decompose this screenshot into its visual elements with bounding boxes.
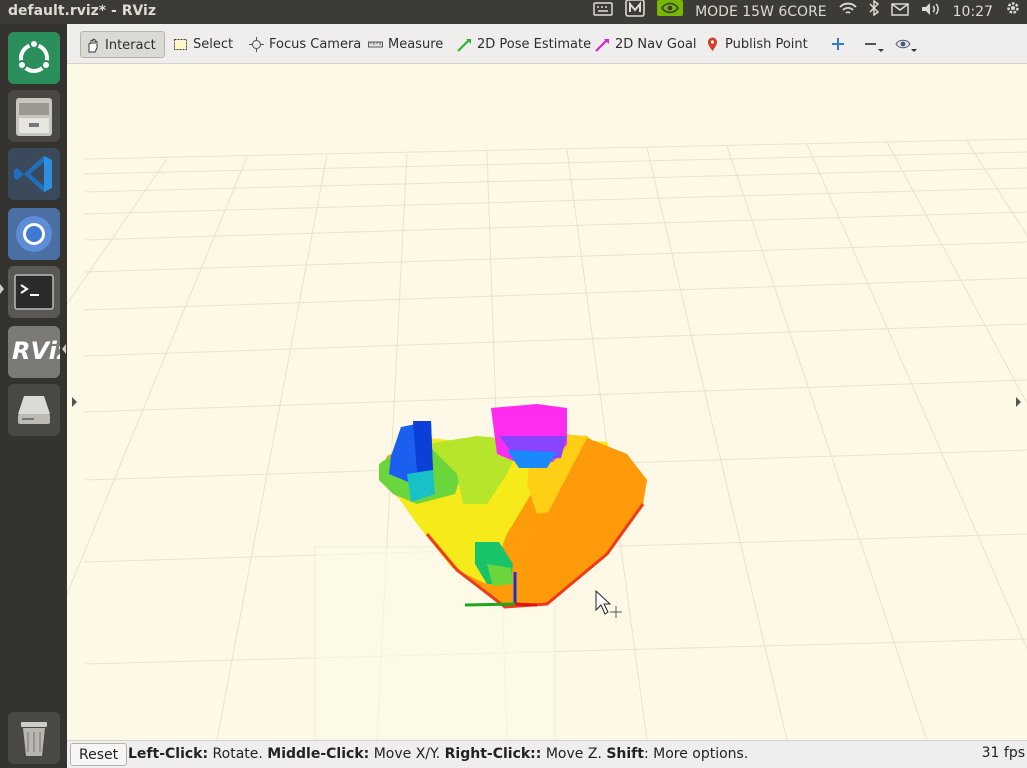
svg-text:RViz: RViz [12, 337, 60, 365]
interact-label: Interact [105, 38, 156, 53]
clock[interactable]: 10:27 [953, 0, 993, 24]
green-arrow-icon [457, 39, 471, 52]
chromium-icon[interactable] [8, 208, 60, 260]
volume-icon[interactable] [921, 0, 941, 24]
wifi-icon[interactable] [838, 0, 857, 24]
select-tool[interactable]: Select [169, 31, 233, 58]
status-bar: Reset Left-Click: Rotate. Middle-Click: … [67, 740, 1027, 768]
crosshair-icon [249, 37, 264, 52]
hand-icon [88, 38, 98, 53]
add-tool-icon[interactable] [829, 35, 847, 53]
bluetooth-icon[interactable] [869, 0, 879, 24]
mouse-pointer-icon [595, 589, 622, 618]
measure-label: Measure [388, 37, 444, 52]
left-click-action: Rotate. [208, 746, 268, 762]
render-viewport[interactable] [67, 64, 1027, 740]
nav-goal-label: 2D Nav Goal [615, 37, 697, 52]
files-icon[interactable] [8, 90, 60, 142]
system-tray: MODE 15W 6CORE 10:27 [593, 0, 1021, 24]
magenta-arrow-icon [595, 39, 609, 52]
focus-camera-tool[interactable]: Focus Camera [245, 31, 361, 58]
middle-click-action: Move X/Y. [369, 746, 445, 762]
power-gear-icon[interactable] [1005, 0, 1021, 24]
ruler-icon [368, 41, 383, 48]
mouse-hint: Left-Click: Rotate. Middle-Click: Move X… [128, 746, 748, 762]
ubuntu-dash-icon[interactable] [8, 32, 60, 84]
vscode-icon[interactable] [8, 148, 60, 200]
left-click-key: Left-Click: [128, 746, 209, 762]
map-pin-icon [708, 37, 717, 51]
remove-tool-icon[interactable] [862, 35, 886, 53]
shift-key: Shift [606, 746, 644, 762]
top-panel: default.rviz* - RViz MODE 15W 6CORE 10:2… [0, 0, 1027, 24]
drive-icon[interactable] [8, 384, 60, 436]
left-dock-toggle-icon[interactable] [72, 397, 77, 407]
nvidia-icon[interactable] [657, 0, 684, 24]
trash-icon[interactable] [8, 712, 60, 764]
pose-estimate-label: 2D Pose Estimate [477, 37, 592, 52]
window-title: default.rviz* - RViz [8, 3, 157, 19]
select-label: Select [193, 37, 234, 52]
grid-and-pointcloud[interactable] [67, 64, 1027, 740]
middle-click-key: Middle-Click: [267, 746, 370, 762]
keyboard-icon[interactable] [593, 0, 613, 24]
right-click-action: Move Z. [541, 746, 607, 762]
publish-point-tool[interactable]: Publish Point [701, 31, 808, 58]
shift-action: : More options. [643, 746, 749, 762]
mode-label[interactable]: MODE 15W 6CORE [695, 0, 827, 24]
nav-goal-tool[interactable]: 2D Nav Goal [591, 31, 697, 58]
running-indicator [0, 284, 4, 294]
rviz-toolbar: Interact Select Focus Camera Measure 2D … [67, 24, 1027, 64]
rviz-icon[interactable]: RViz [8, 326, 60, 378]
terminal-icon[interactable] [8, 266, 60, 318]
publish-point-label: Publish Point [725, 37, 808, 52]
pose-estimate-tool[interactable]: 2D Pose Estimate [453, 31, 591, 58]
focused-indicator [62, 344, 66, 354]
select-box-icon [174, 39, 187, 50]
fps-counter: 31 fps [981, 745, 1025, 761]
launcher: RViz [0, 24, 67, 768]
interact-tool[interactable]: Interact [80, 31, 165, 58]
right-dock-toggle-icon[interactable] [1016, 397, 1021, 407]
reset-button[interactable]: Reset [70, 743, 128, 766]
tool-properties-eye-icon[interactable] [895, 35, 919, 53]
focus-camera-label: Focus Camera [269, 37, 362, 52]
right-click-key: Right-Click:: [444, 746, 542, 762]
mail-icon[interactable] [890, 0, 909, 24]
measure-tool[interactable]: Measure [364, 31, 443, 58]
m-indicator-icon[interactable] [625, 0, 645, 25]
